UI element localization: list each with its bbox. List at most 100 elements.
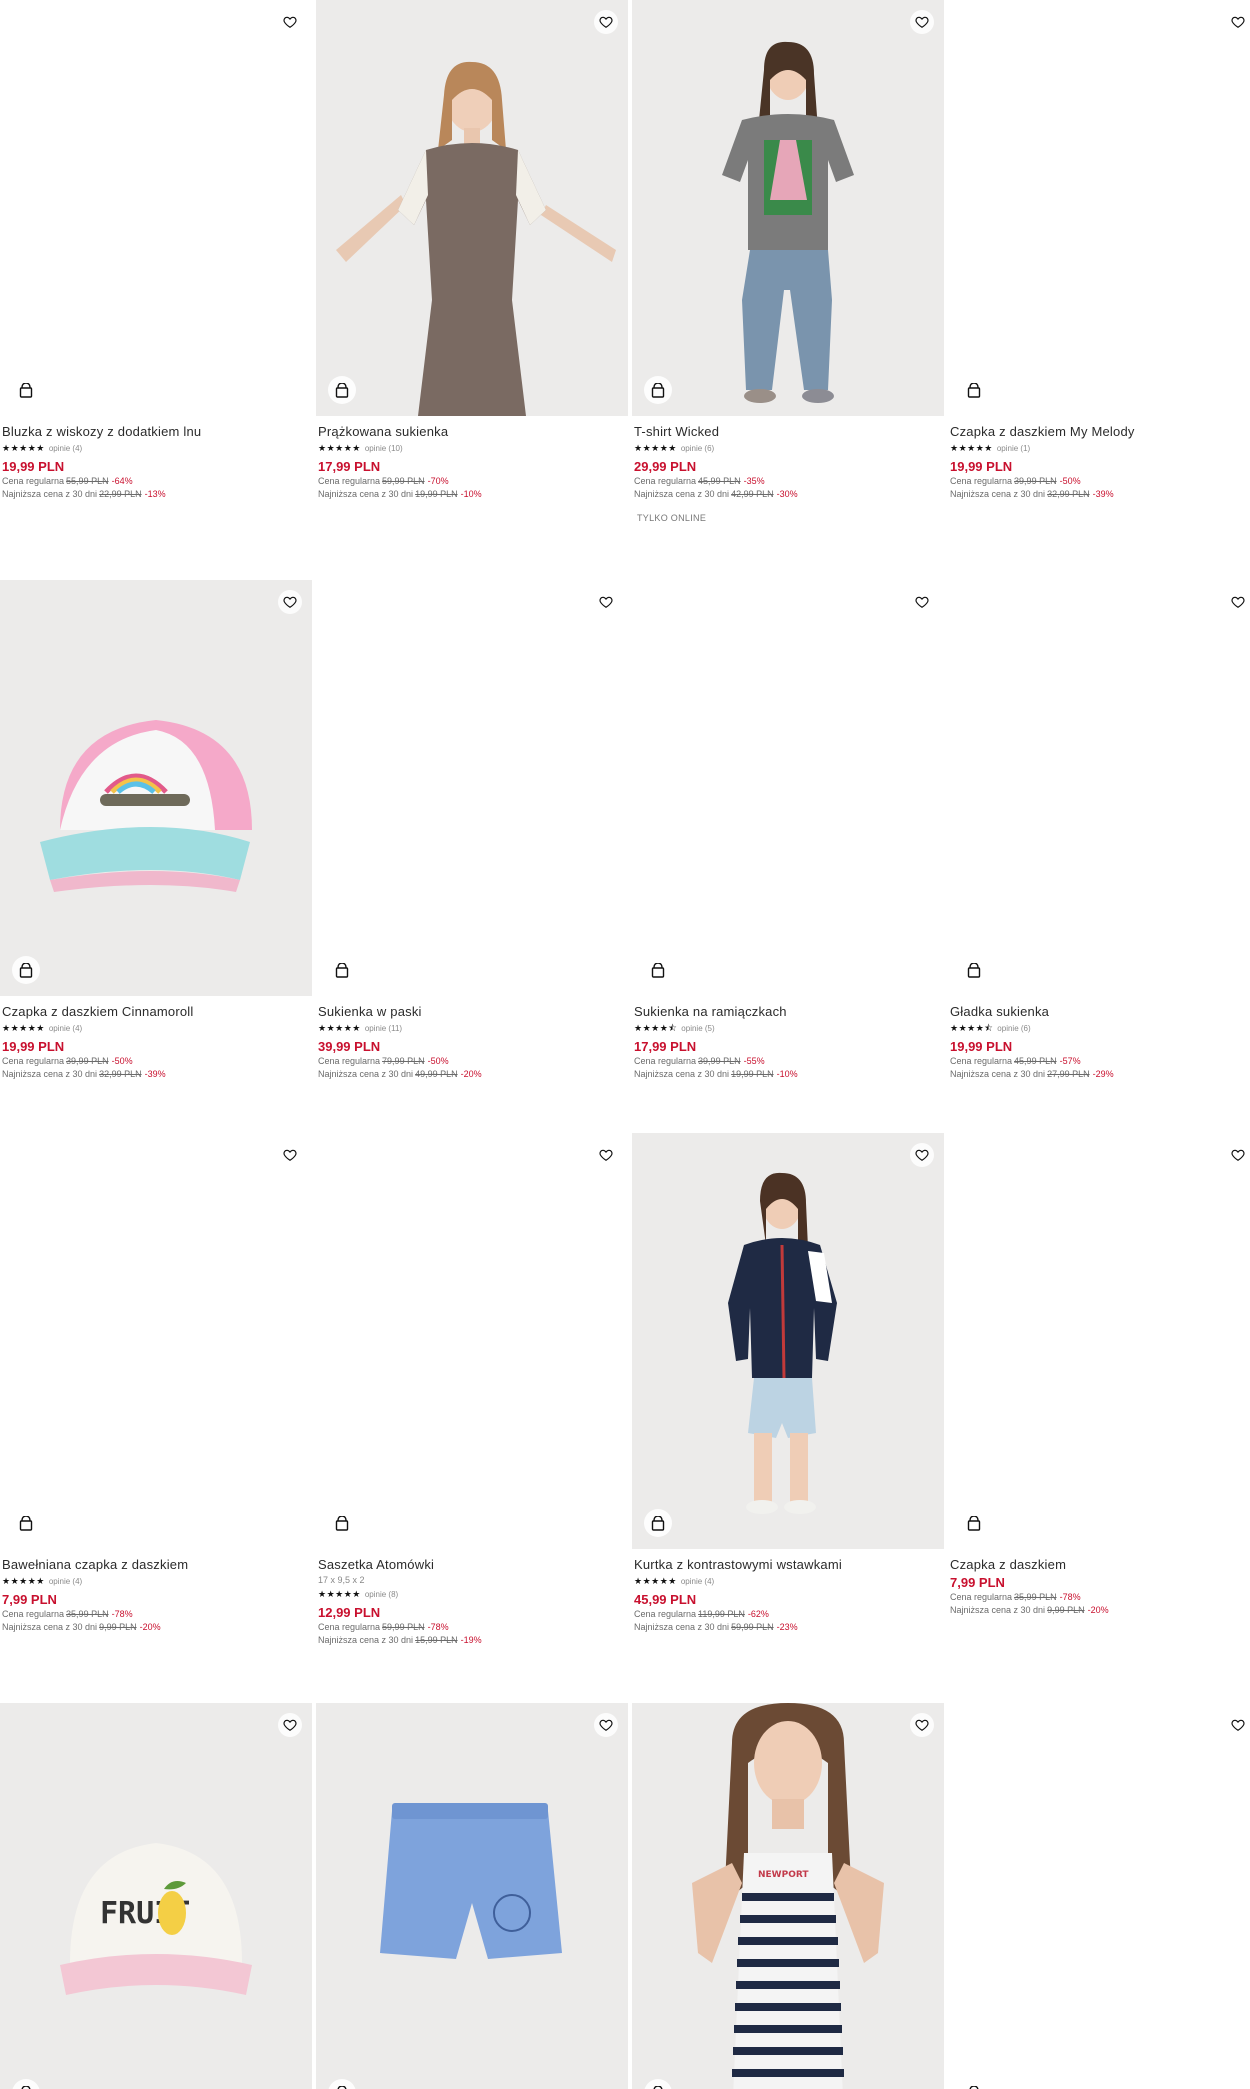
heart-icon[interactable] bbox=[1226, 1143, 1250, 1167]
regular-price-line: Cena regularna 59,99 PLN -78% bbox=[318, 1621, 626, 1634]
rating: ★★★★★ opinie (10) bbox=[318, 442, 626, 454]
rating: ★★★★★ opinie (4) bbox=[634, 1575, 942, 1587]
opinions-count: opinie (5) bbox=[681, 1023, 715, 1033]
heart-icon[interactable] bbox=[910, 1143, 934, 1167]
regular-price-label: Cena regularna bbox=[950, 476, 1013, 486]
rating-stars: ★★★★★ bbox=[2, 1022, 45, 1033]
product-name[interactable]: Czapka z daszkiem Cinnamoroll bbox=[2, 1004, 310, 1020]
shopping-bag-icon[interactable] bbox=[644, 1509, 672, 1537]
heart-icon[interactable] bbox=[594, 590, 618, 614]
product-image[interactable] bbox=[316, 1133, 628, 1549]
product-card[interactable] bbox=[316, 1703, 628, 2089]
lowest-price-label: Najniższa cena z 30 dni bbox=[634, 489, 730, 499]
product-image[interactable] bbox=[316, 580, 628, 996]
product-card[interactable]: Saszetka Atomówki 17 x 9,5 x 2 ★★★★★ opin… bbox=[316, 1133, 628, 1647]
sale-price: 7,99 PLN bbox=[950, 1575, 1005, 1590]
product-image[interactable]: NEWPORT bbox=[632, 1703, 944, 2089]
heart-icon[interactable] bbox=[594, 1713, 618, 1737]
product-card[interactable]: Bawełniana czapka z daszkiem ★★★★★ opinie… bbox=[0, 1133, 312, 1634]
shopping-bag-icon[interactable] bbox=[328, 1509, 356, 1537]
regular-price-line: Cena regularna 45,99 PLN -35% bbox=[634, 475, 942, 488]
product-card[interactable]: NEWPORT bbox=[632, 1703, 944, 2089]
product-name[interactable]: Gładka sukienka bbox=[950, 1004, 1250, 1020]
product-name[interactable]: Bawełniana czapka z daszkiem bbox=[2, 1557, 310, 1573]
heart-icon[interactable] bbox=[594, 10, 618, 34]
rating: ★★★★⯪ opinie (5) bbox=[634, 1022, 942, 1034]
product-name[interactable]: Bluzka z wiskozy z dodatkiem lnu bbox=[2, 424, 310, 440]
product-card[interactable]: Czapka z daszkiem My Melody ★★★★★ opinie … bbox=[948, 0, 1250, 501]
product-card[interactable]: Sukienka na ramiączkach ★★★★⯪ opinie (5) … bbox=[632, 580, 944, 1081]
product-image[interactable] bbox=[0, 580, 312, 996]
heart-icon[interactable] bbox=[594, 1143, 618, 1167]
product-card[interactable] bbox=[948, 1703, 1250, 2089]
heart-icon[interactable] bbox=[910, 590, 934, 614]
lowest-price-line: Najniższa cena z 30 dni 9,99 PLN -20% bbox=[950, 1604, 1250, 1617]
lowest-discount: -29% bbox=[1092, 1069, 1114, 1079]
product-name[interactable]: Prążkowana sukienka bbox=[318, 424, 626, 440]
product-name[interactable]: Sukienka w paski bbox=[318, 1004, 626, 1020]
lowest-price: 19,99 PLN bbox=[731, 1069, 774, 1079]
heart-icon[interactable] bbox=[1226, 1713, 1250, 1737]
heart-icon[interactable] bbox=[910, 10, 934, 34]
product-image[interactable] bbox=[316, 0, 628, 416]
rating-stars: ★★★★★ bbox=[2, 1575, 45, 1586]
product-card[interactable]: Czapka z daszkiem Cinnamoroll ★★★★★ opini… bbox=[0, 580, 312, 1081]
product-image[interactable]: FRUIT bbox=[0, 1703, 312, 2089]
product-card[interactable]: FRUIT bbox=[0, 1703, 312, 2089]
product-name[interactable]: Czapka z daszkiem bbox=[950, 1557, 1250, 1573]
product-name[interactable]: T-shirt Wicked bbox=[634, 424, 942, 440]
shopping-bag-icon[interactable] bbox=[12, 956, 40, 984]
product-card[interactable]: Sukienka w paski ★★★★★ opinie (11) 39,99 … bbox=[316, 580, 628, 1081]
product-card[interactable]: Gładka sukienka ★★★★⯪ opinie (6) 19,99 PL… bbox=[948, 580, 1250, 1081]
jacket-photo bbox=[728, 1172, 837, 1514]
product-image[interactable] bbox=[948, 0, 1250, 416]
shopping-bag-icon[interactable] bbox=[960, 2079, 988, 2089]
shopping-bag-icon[interactable] bbox=[328, 376, 356, 404]
product-card[interactable]: T-shirt Wicked ★★★★★ opinie (6) 29,99 PLN… bbox=[632, 0, 944, 523]
shopping-bag-icon[interactable] bbox=[328, 956, 356, 984]
regular-discount: -70% bbox=[427, 476, 449, 486]
sale-price: 7,99 PLN bbox=[2, 1592, 57, 1607]
product-name[interactable]: Czapka z daszkiem My Melody bbox=[950, 424, 1250, 440]
striped-dress-photo: NEWPORT bbox=[692, 1703, 884, 2089]
rating-stars: ★★★★⯪ bbox=[950, 1022, 994, 1033]
product-image[interactable] bbox=[948, 1703, 1250, 2089]
heart-icon[interactable] bbox=[910, 1713, 934, 1737]
product-image[interactable] bbox=[632, 580, 944, 996]
shopping-bag-icon[interactable] bbox=[960, 956, 988, 984]
heart-icon[interactable] bbox=[278, 1143, 302, 1167]
heart-icon[interactable] bbox=[278, 1713, 302, 1737]
product-image[interactable] bbox=[0, 1133, 312, 1549]
lowest-discount: -23% bbox=[776, 1622, 798, 1632]
product-image[interactable] bbox=[632, 1133, 944, 1549]
lowest-price: 49,99 PLN bbox=[415, 1069, 458, 1079]
shopping-bag-icon[interactable] bbox=[960, 376, 988, 404]
shopping-bag-icon[interactable] bbox=[644, 376, 672, 404]
product-card[interactable]: Czapka z daszkiem 7,99 PLN Cena regularn… bbox=[948, 1133, 1250, 1617]
sale-price: 19,99 PLN bbox=[2, 459, 65, 474]
product-image[interactable] bbox=[632, 0, 944, 416]
product-image[interactable] bbox=[316, 1703, 628, 2089]
product-name[interactable]: Sukienka na ramiączkach bbox=[634, 1004, 942, 1020]
product-name[interactable]: Saszetka Atomówki bbox=[318, 1557, 626, 1573]
shopping-bag-icon[interactable] bbox=[12, 1509, 40, 1537]
dress-photo bbox=[336, 61, 616, 416]
product-card[interactable]: Prążkowana sukienka ★★★★★ opinie (10) 17,… bbox=[316, 0, 628, 501]
product-name[interactable]: Kurtka z kontrastowymi wstawkami bbox=[634, 1557, 942, 1573]
opinions-count: opinie (6) bbox=[997, 1023, 1031, 1033]
product-card[interactable]: Bluzka z wiskozy z dodatkiem lnu ★★★★★ op… bbox=[0, 0, 312, 501]
shopping-bag-icon[interactable] bbox=[12, 376, 40, 404]
product-image[interactable] bbox=[948, 1133, 1250, 1549]
heart-icon[interactable] bbox=[278, 10, 302, 34]
product-card[interactable]: Kurtka z kontrastowymi wstawkami ★★★★★ op… bbox=[632, 1133, 944, 1634]
shopping-bag-icon[interactable] bbox=[960, 1509, 988, 1537]
regular-price: 35,99 PLN bbox=[66, 1609, 109, 1619]
product-image[interactable] bbox=[0, 0, 312, 416]
heart-icon[interactable] bbox=[1226, 590, 1250, 614]
regular-discount: -64% bbox=[111, 476, 133, 486]
shopping-bag-icon[interactable] bbox=[644, 956, 672, 984]
heart-icon[interactable] bbox=[1226, 10, 1250, 34]
heart-icon[interactable] bbox=[278, 590, 302, 614]
product-image[interactable] bbox=[948, 580, 1250, 996]
rating: ★★★★★ opinie (4) bbox=[2, 1022, 310, 1034]
